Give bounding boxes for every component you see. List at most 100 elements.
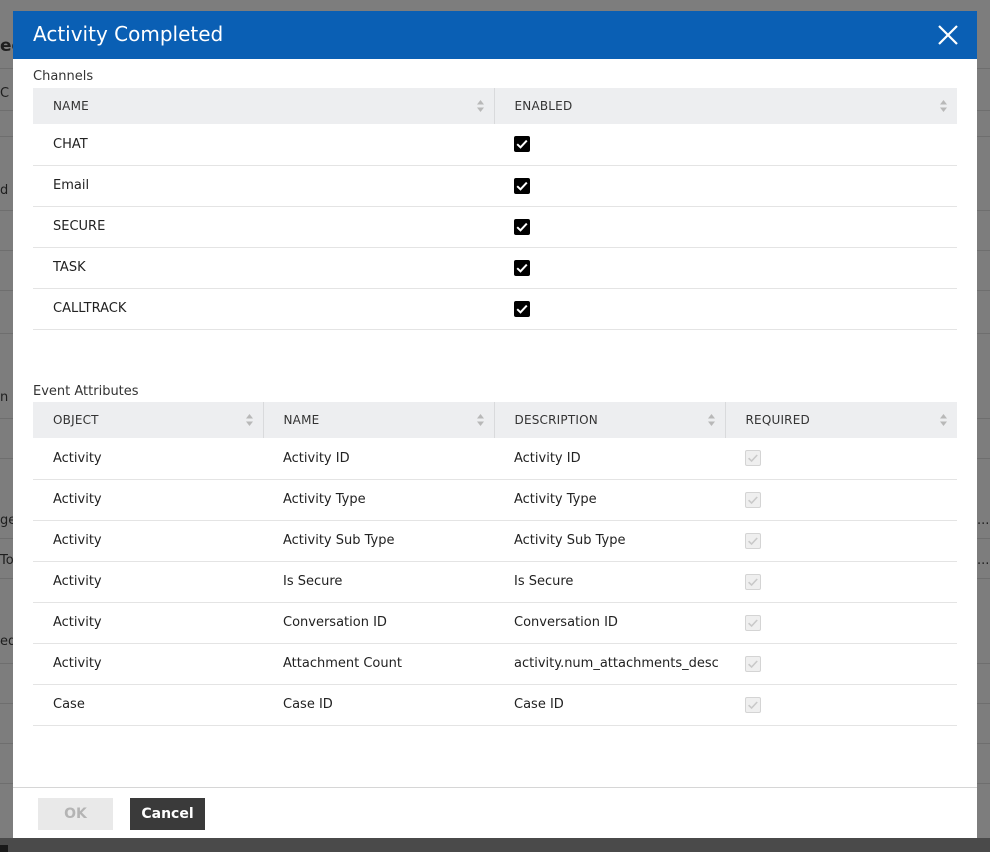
attribute-object: Activity [33, 520, 263, 562]
table-row[interactable]: Activity Activity Type Activity Type [33, 479, 957, 521]
check-icon [748, 700, 758, 709]
activity-dialog: Activity Completed Channels NAME ENABLED [13, 11, 977, 838]
table-row[interactable]: TASK [33, 247, 957, 289]
attribute-name: Activity Type [263, 479, 494, 521]
check-icon [516, 263, 528, 273]
dialog-header: Activity Completed [13, 11, 977, 59]
required-checkbox[interactable] [745, 491, 761, 508]
enabled-checkbox[interactable] [514, 136, 530, 153]
attribute-object: Activity [33, 479, 263, 521]
column-header-required[interactable]: REQUIRED [724, 402, 957, 438]
table-header-row: NAME ENABLED [33, 88, 957, 124]
check-icon [748, 536, 758, 545]
column-header-label: NAME [53, 99, 89, 113]
background-text-fragment: To [0, 553, 14, 568]
check-icon [516, 304, 528, 314]
sort-icon[interactable] [245, 414, 253, 426]
enabled-checkbox[interactable] [514, 177, 530, 194]
table-row[interactable]: Email [33, 165, 957, 207]
attribute-object: Activity [33, 561, 263, 603]
attribute-description: Case ID [494, 684, 725, 726]
column-header-name[interactable]: NAME [33, 88, 494, 124]
attribute-name: Case ID [263, 684, 494, 726]
channel-name: CALLTRACK [33, 288, 494, 330]
check-icon [748, 577, 758, 586]
attribute-name: Activity Sub Type [263, 520, 494, 562]
table-row[interactable]: Activity Activity Sub Type Activity Sub … [33, 520, 957, 562]
attribute-object: Activity [33, 602, 263, 644]
attribute-name: Conversation ID [263, 602, 494, 644]
column-header-label: NAME [283, 413, 320, 427]
channel-name: SECURE [33, 206, 494, 248]
table-header-row: OBJECT NAME DESCRIPTION REQUIRED [33, 402, 957, 438]
channels-section-label: Channels [33, 69, 94, 84]
enabled-checkbox[interactable] [514, 218, 530, 235]
column-header-object[interactable]: OBJECT [33, 402, 263, 438]
attribute-description: Activity Type [494, 479, 725, 521]
channel-name: TASK [33, 247, 494, 289]
background-text-fragment: C [0, 86, 10, 101]
table-row[interactable]: Activity Is Secure Is Secure [33, 561, 957, 603]
column-header-name[interactable]: NAME [262, 402, 494, 438]
check-icon [748, 495, 758, 504]
background-marker [0, 845, 8, 852]
background-text-fragment: d [0, 183, 9, 198]
enabled-checkbox[interactable] [514, 259, 530, 276]
background-text-fragment: n [0, 390, 9, 405]
check-icon [748, 659, 758, 668]
attribute-description: Is Secure [494, 561, 725, 603]
background-footer [0, 838, 990, 852]
table-row[interactable]: SECURE [33, 206, 957, 248]
cancel-button[interactable]: Cancel [130, 798, 205, 830]
column-header-enabled[interactable]: ENABLED [493, 88, 957, 124]
required-checkbox[interactable] [745, 573, 761, 590]
close-icon[interactable] [937, 24, 959, 46]
table-row[interactable]: CHAT [33, 124, 957, 166]
table-row[interactable]: Case Case ID Case ID [33, 684, 957, 726]
channel-name: CHAT [33, 124, 494, 166]
required-checkbox[interactable] [745, 696, 761, 713]
dialog-footer: OK Cancel [13, 787, 977, 838]
channels-table: NAME ENABLED CHAT Email SECURE TASK CALL… [33, 88, 957, 330]
sort-icon[interactable] [707, 414, 715, 426]
background-title-fragment: ec [0, 36, 14, 56]
attribute-description: activity.num_attachments_desc [494, 643, 725, 685]
required-checkbox[interactable] [745, 532, 761, 549]
sort-icon[interactable] [476, 100, 484, 112]
attribute-description: Conversation ID [494, 602, 725, 644]
background-text-fragment: ge [0, 513, 14, 528]
attribute-name: Is Secure [263, 561, 494, 603]
attribute-name: Activity ID [263, 438, 494, 480]
background-text-fragment: ed [0, 634, 14, 649]
enabled-checkbox[interactable] [514, 300, 530, 317]
ok-button[interactable]: OK [38, 798, 113, 830]
dialog-title: Activity Completed [33, 22, 224, 46]
attribute-object: Case [33, 684, 263, 726]
attribute-description: Activity ID [494, 438, 725, 480]
check-icon [748, 618, 758, 627]
required-checkbox[interactable] [745, 614, 761, 631]
attribute-name: Attachment Count [263, 643, 494, 685]
background-text-fragment: ... [977, 513, 990, 528]
table-row[interactable]: Activity Conversation ID Conversation ID [33, 602, 957, 644]
background-text-fragment: ... [977, 553, 990, 568]
column-header-description[interactable]: DESCRIPTION [493, 402, 725, 438]
table-row[interactable]: Activity Attachment Count activity.num_a… [33, 643, 957, 685]
sort-icon[interactable] [940, 100, 947, 112]
event-attributes-table: OBJECT NAME DESCRIPTION REQUIRED Activit… [33, 402, 957, 726]
table-row[interactable]: Activity Activity ID Activity ID [33, 438, 957, 480]
column-header-label: REQUIRED [745, 413, 810, 427]
table-row[interactable]: CALLTRACK [33, 288, 957, 330]
column-header-label: ENABLED [514, 99, 573, 113]
column-header-label: DESCRIPTION [514, 413, 598, 427]
required-checkbox[interactable] [745, 655, 761, 672]
sort-icon[interactable] [476, 414, 484, 426]
check-icon [516, 222, 528, 232]
check-icon [748, 454, 758, 463]
attribute-description: Activity Sub Type [494, 520, 725, 562]
check-icon [516, 181, 528, 191]
required-checkbox[interactable] [745, 450, 761, 467]
column-header-label: OBJECT [53, 413, 99, 427]
check-icon [516, 140, 528, 149]
sort-icon[interactable] [940, 414, 947, 426]
